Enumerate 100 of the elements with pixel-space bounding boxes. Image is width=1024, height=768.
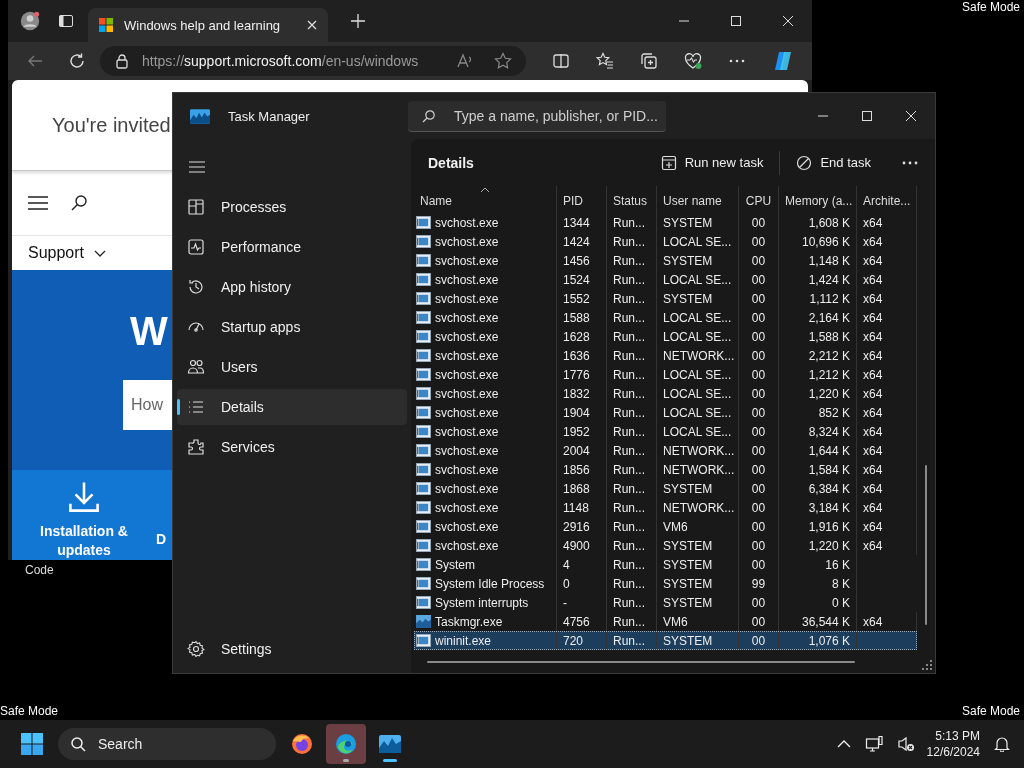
scrollbar-thumb[interactable] xyxy=(925,465,927,625)
close-icon[interactable] xyxy=(782,15,794,27)
table-row[interactable]: svchost.exe 1952 Run... LOCAL SE... 00 8,324 K x64 xyxy=(414,422,917,441)
table-cell: x64 xyxy=(863,386,883,401)
table-row[interactable]: System interrupts - Run... SYSTEM 00 0 K xyxy=(414,593,917,612)
column-header[interactable]: Memory (a... xyxy=(779,186,857,213)
nav-item[interactable]: Startup apps xyxy=(177,309,407,345)
maximize-icon[interactable] xyxy=(730,15,742,27)
table-row[interactable]: svchost.exe 1628 Run... LOCAL SE... 00 1,588 K x64 xyxy=(414,327,917,346)
table-cell: SYSTEM xyxy=(663,576,713,591)
table-cell: 8,324 K xyxy=(808,424,850,439)
collections-icon[interactable] xyxy=(640,52,658,70)
nav-item[interactable]: Performance xyxy=(177,229,407,265)
table-cell: 1148 xyxy=(563,500,589,515)
clock-time[interactable]: 5:13 PM xyxy=(935,728,980,744)
search-icon xyxy=(70,736,86,752)
end-task-button[interactable]: End task xyxy=(788,148,879,177)
tab-actions-icon[interactable] xyxy=(58,13,74,29)
table-row[interactable]: svchost.exe 1588 Run... LOCAL SE... 00 2,164 K x64 xyxy=(414,308,917,327)
heart-pulse-icon[interactable] xyxy=(684,52,702,70)
nav-item[interactable]: Details xyxy=(177,389,407,425)
table-row[interactable]: svchost.exe 1148 Run... NETWORK... 00 3,184 K x64 xyxy=(414,498,917,517)
table-row[interactable]: svchost.exe 1456 Run... SYSTEM 00 1,148 K x64 xyxy=(414,251,917,270)
table-cell: LOCAL SE... xyxy=(663,310,732,325)
nav-item[interactable]: App history xyxy=(177,269,407,305)
browser-tab[interactable]: Windows help and learning xyxy=(88,8,328,42)
table-row[interactable]: svchost.exe 1832 Run... LOCAL SE... 00 1,220 K x64 xyxy=(414,384,917,403)
muted-speaker-icon[interactable] xyxy=(896,735,915,753)
column-header[interactable]: Status xyxy=(607,186,657,213)
banner-text: You're invited xyxy=(52,113,171,137)
column-header[interactable]: User name xyxy=(657,186,739,213)
bell-icon[interactable] xyxy=(994,736,1010,752)
desktop-icon-label[interactable]: Code xyxy=(25,563,54,577)
table-cell: LOCAL SE... xyxy=(663,424,732,439)
table-row[interactable]: wininit.exe 720 Run... SYSTEM 00 1,076 K xyxy=(414,631,917,650)
star-icon[interactable] xyxy=(494,52,512,70)
copilot-icon[interactable] xyxy=(772,50,794,72)
puzzle-icon xyxy=(187,438,205,456)
table-row[interactable]: svchost.exe 2916 Run... VM6 00 1,916 K x64 xyxy=(414,517,917,536)
menu-icon[interactable] xyxy=(28,193,48,213)
scrollbar-thumb[interactable] xyxy=(427,661,855,663)
table-row[interactable]: svchost.exe 1856 Run... NETWORK... 00 1,584 K x64 xyxy=(414,460,917,479)
table-cell: Run... xyxy=(613,443,645,458)
table-cell: 0 xyxy=(563,576,570,591)
favorites-icon[interactable] xyxy=(596,52,614,70)
table-cell: System xyxy=(435,557,475,572)
run-new-task-button[interactable]: Run new task xyxy=(652,148,772,177)
nav-item[interactable]: Processes xyxy=(177,189,407,225)
table-row[interactable]: svchost.exe 1636 Run... NETWORK... 00 2,212 K x64 xyxy=(414,346,917,365)
column-header[interactable]: Name xyxy=(414,186,557,213)
menu-icon[interactable] xyxy=(189,159,205,175)
search-field[interactable]: How xyxy=(123,380,172,430)
table-row[interactable]: System 4 Run... SYSTEM 00 16 K xyxy=(414,555,917,574)
read-aloud-icon[interactable] xyxy=(456,52,474,70)
split-screen-icon[interactable] xyxy=(552,52,570,70)
table-cell: x64 xyxy=(863,500,883,515)
column-header[interactable]: Archite... xyxy=(857,186,917,213)
table-row[interactable]: svchost.exe 1904 Run... LOCAL SE... 00 852 K x64 xyxy=(414,403,917,422)
address-bar[interactable]: https://support.microsoft.com/en-us/windows xyxy=(100,46,526,76)
close-icon[interactable] xyxy=(905,110,917,122)
network-icon[interactable] xyxy=(864,735,883,753)
tile-link[interactable]: Installation & updates xyxy=(24,522,144,560)
maximize-icon[interactable] xyxy=(861,110,873,122)
table-row[interactable]: svchost.exe 1424 Run... LOCAL SE... 00 10,696 K x64 xyxy=(414,232,917,251)
table-row[interactable]: svchost.exe 1344 Run... SYSTEM 00 1,608 K x64 xyxy=(414,213,917,232)
table-row[interactable]: svchost.exe 1552 Run... SYSTEM 00 1,112 K x64 xyxy=(414,289,917,308)
search-field[interactable]: Type a name, publisher, or PID... xyxy=(408,100,666,132)
table-row[interactable]: svchost.exe 2004 Run... NETWORK... 00 1,644 K x64 xyxy=(414,441,917,460)
table-row[interactable]: svchost.exe 1776 Run... LOCAL SE... 00 1,212 K x64 xyxy=(414,365,917,384)
wave-app-icon[interactable] xyxy=(326,724,366,764)
settings-nav-item[interactable]: Settings xyxy=(177,631,407,667)
table-row[interactable]: svchost.exe 4900 Run... SYSTEM 00 1,220 K x64 xyxy=(414,536,917,555)
support-menu[interactable]: Support xyxy=(28,244,85,262)
table-cell: svchost.exe xyxy=(435,538,499,553)
table-cell: NETWORK... xyxy=(663,462,735,477)
table-cell: 00 xyxy=(751,291,766,306)
table-cell: Run... xyxy=(613,310,645,325)
table-cell: SYSTEM xyxy=(663,595,713,610)
table-cell: svchost.exe xyxy=(435,272,499,287)
nav-item[interactable]: Services xyxy=(177,429,407,465)
table-row[interactable]: svchost.exe 1868 Run... SYSTEM 00 6,384 K x64 xyxy=(414,479,917,498)
windows-start-icon[interactable] xyxy=(20,732,44,756)
search-icon[interactable] xyxy=(70,194,88,212)
clock-date[interactable]: 12/6/2024 xyxy=(926,744,980,760)
pulse-icon xyxy=(187,238,205,256)
nav-item[interactable]: Users xyxy=(177,349,407,385)
table-row[interactable]: svchost.exe 1524 Run... LOCAL SE... 00 1,424 K x64 xyxy=(414,270,917,289)
table-cell: x64 xyxy=(863,234,883,249)
settings-icon xyxy=(187,640,205,658)
profile-icon[interactable] xyxy=(20,11,40,31)
column-header[interactable]: PID xyxy=(557,186,607,213)
search-field[interactable]: Search xyxy=(58,728,276,760)
new-tab-icon[interactable] xyxy=(350,13,366,29)
column-header[interactable]: CPU xyxy=(739,186,779,213)
table-row[interactable]: System Idle Process 0 Run... SYSTEM 99 8 K xyxy=(414,574,917,593)
close-icon[interactable] xyxy=(306,19,318,31)
refresh-icon[interactable] xyxy=(68,52,86,70)
resize-grip-icon[interactable] xyxy=(922,660,932,670)
window-icon xyxy=(416,406,431,419)
tile-link[interactable]: D xyxy=(156,530,167,549)
